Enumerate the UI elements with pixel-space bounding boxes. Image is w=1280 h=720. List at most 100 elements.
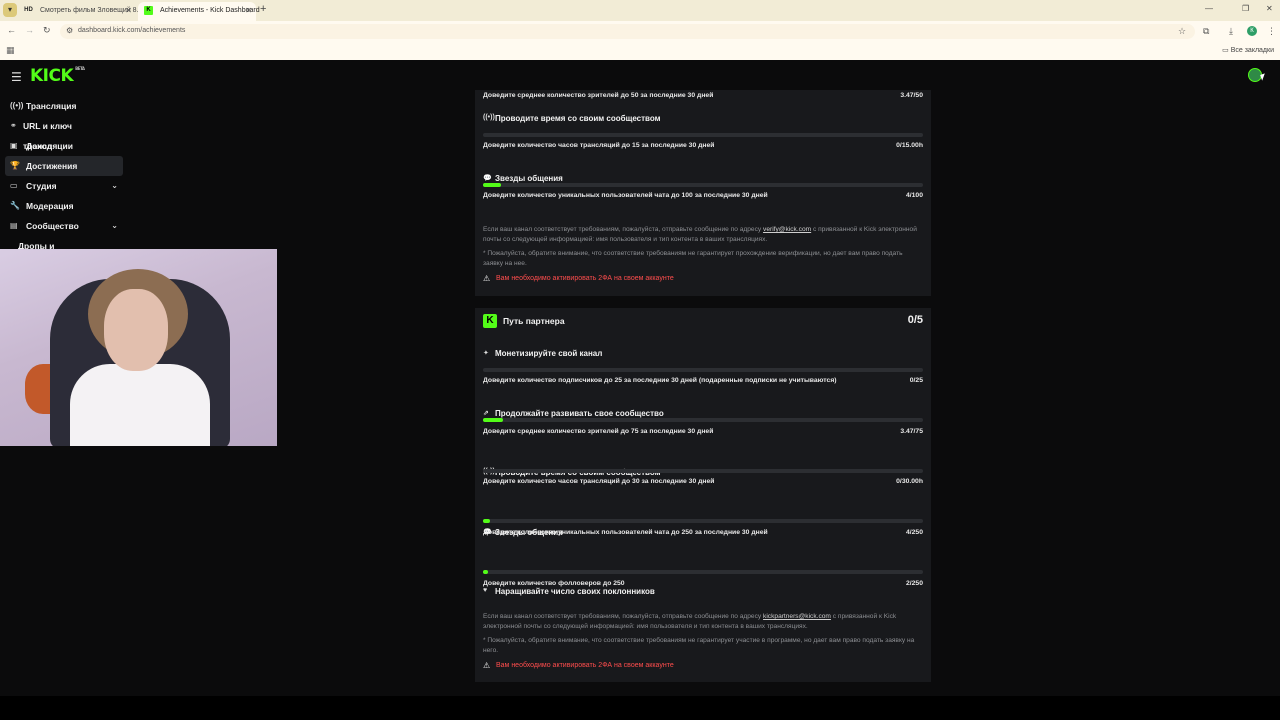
- goal-text: Доведите количество уникальных пользоват…: [483, 529, 768, 536]
- progress-bar: [483, 368, 923, 372]
- browser-tab-kick[interactable]: K Achievements - Kick Dashboard ✕: [138, 2, 260, 21]
- goal-value: 3.47/50: [900, 92, 923, 99]
- chat-bubble-icon: 💬: [483, 175, 492, 182]
- goal-row: Доведите количество фолловеров до 250 2/2…: [483, 580, 923, 587]
- sidebar-item-label: Студия: [26, 181, 57, 191]
- new-tab-icon[interactable]: +: [260, 3, 266, 15]
- reload-icon[interactable]: ↻: [43, 25, 51, 36]
- disclaimer-text: * Пожалуйста, обратите внимание, что соо…: [483, 250, 903, 267]
- chevron-down-icon[interactable]: ⌄: [111, 216, 118, 236]
- sidebar-item-achievements[interactable]: 🏆 Достижения: [5, 156, 123, 176]
- warning-text: Вам необходимо активировать 2ФА на своем…: [496, 662, 674, 669]
- kick-favicon-icon: K: [144, 6, 153, 15]
- progress-bar: [483, 133, 923, 137]
- broadcast-icon: ((•)): [483, 114, 495, 121]
- sparkle-icon: ✦: [483, 350, 489, 357]
- goal-text: Доведите количество часов трансляций до …: [483, 142, 715, 149]
- goal-row: Доведите количество уникальных пользоват…: [483, 529, 923, 536]
- progress-bar: [483, 519, 923, 523]
- progress-bar: [483, 469, 923, 473]
- chevron-down-icon[interactable]: ⌄: [111, 176, 118, 196]
- link-icon: ⚭: [10, 121, 17, 130]
- requirement-title: ✦ Монетизируйте свой канал: [483, 349, 939, 358]
- partner-header: K Путь партнера 0/5: [483, 314, 923, 328]
- webcam-person-face: [104, 289, 168, 371]
- heart-icon: ♥: [483, 587, 488, 594]
- browser-profile-avatar[interactable]: К: [1247, 26, 1257, 36]
- requirement-title: ⇗ Продолжайте развивать свое сообщество: [483, 409, 939, 418]
- goal-row: Доведите среднее количество зрителей до …: [483, 92, 923, 99]
- goal-value: 0/15.00h: [896, 142, 923, 149]
- back-icon[interactable]: ←: [7, 25, 16, 35]
- kick-k-logo-icon: K: [483, 314, 497, 328]
- studio-icon: ▭: [10, 181, 18, 190]
- window-close-icon[interactable]: ✕: [1266, 4, 1273, 13]
- requirement-title: ((•))Проводите время со своим сообщество…: [483, 114, 939, 123]
- goal-value: 3.47/75: [900, 428, 923, 435]
- minimize-icon[interactable]: —: [1205, 4, 1213, 13]
- requirement-title: 💬 Звезды общения: [483, 174, 939, 183]
- warning-triangle-icon: ⚠: [483, 661, 491, 670]
- kick-logo[interactable]: KICK BETA: [30, 66, 85, 86]
- money-icon: ▣: [10, 141, 18, 150]
- requirement-label: Проводите время со своим сообществом: [495, 114, 661, 123]
- requirement-label: Наращивайте число своих поклонников: [495, 587, 655, 596]
- partner-email-link[interactable]: kickpartners@kick.com: [763, 613, 831, 620]
- disclaimer-text: * Пожалуйста, обратите внимание, что соо…: [483, 637, 915, 654]
- logo-tag: BETA: [75, 66, 85, 71]
- sidebar-item-moderation[interactable]: 🔧 Модерация: [5, 196, 123, 216]
- browser-tab-bar: ▾ HD Смотреть фильм Зловещий 8... ✕ K Ac…: [0, 0, 1280, 21]
- apply-instructions: Если ваш канал соответствует требованиям…: [483, 612, 919, 632]
- requirement-label: Монетизируйте свой канал: [495, 349, 603, 358]
- requirement-label: Звезды общения: [495, 174, 563, 183]
- community-icon: ▤: [10, 221, 18, 230]
- downloads-icon[interactable]: ⤓: [1229, 26, 1233, 37]
- wrench-icon: 🔧: [10, 201, 20, 210]
- apps-grid-icon[interactable]: ▦: [6, 45, 15, 56]
- goal-row: Доведите среднее количество зрителей до …: [483, 428, 923, 435]
- twofa-warning: ⚠ Вам необходимо активировать 2ФА на свое…: [483, 274, 674, 283]
- goal-text: Доведите количество часов трансляций до …: [483, 478, 715, 485]
- requirement-title: ♥ Наращивайте число своих поклонников: [483, 587, 939, 596]
- site-info-icon[interactable]: ⚙: [66, 26, 73, 35]
- partner-title: Путь партнера: [503, 316, 565, 326]
- sidebar-item-stream[interactable]: ((•)) Трансляция: [5, 96, 123, 116]
- partner-path-card: K Путь партнера 0/5 ✦ Монетизируйте свой …: [475, 308, 931, 682]
- address-bar-row: ← → ↻ ⚙ dashboard.kick.com/achievements …: [0, 21, 1280, 42]
- goal-text: Доведите среднее количество зрителей до …: [483, 428, 714, 435]
- sidebar-item-label: Сообщество: [26, 221, 79, 231]
- mouse-cursor-icon: [1260, 73, 1267, 81]
- sidebar-item-studio[interactable]: ▭ Студия ⌄: [5, 176, 123, 196]
- twofa-warning: ⚠ Вам необходимо активировать 2ФА на свое…: [483, 661, 674, 670]
- close-tab-icon[interactable]: ✕: [245, 2, 252, 19]
- goal-value: 0/30.00h: [896, 478, 923, 485]
- goal-row: Доведите количество уникальных пользоват…: [483, 192, 923, 199]
- tab-search-icon[interactable]: ▾: [3, 3, 17, 17]
- close-tab-icon[interactable]: ✕: [125, 2, 132, 19]
- progress-bar: [483, 570, 923, 574]
- goal-text: Доведите количество фолловеров до 250: [483, 580, 625, 587]
- forward-icon[interactable]: →: [25, 25, 34, 35]
- all-bookmarks-link[interactable]: ▭ Все закладки: [1222, 46, 1274, 54]
- bookmark-star-icon[interactable]: ☆: [1178, 26, 1186, 37]
- progress-fill: [483, 570, 489, 574]
- hamburger-menu-icon[interactable]: ☰: [11, 70, 22, 84]
- sidebar-item-label: Достижения: [26, 161, 78, 171]
- webcam-person-body: [70, 364, 210, 446]
- sidebar-item-income[interactable]: ▣ Доход: [5, 136, 123, 156]
- url-input[interactable]: ⚙ dashboard.kick.com/achievements: [60, 24, 1195, 39]
- sidebar-item-community[interactable]: ▤ Сообщество ⌄: [5, 216, 123, 236]
- browser-tab-movie[interactable]: HD Смотреть фильм Зловещий 8... ✕: [18, 2, 142, 21]
- verify-email-link[interactable]: verify@kick.com: [763, 226, 811, 233]
- extensions-icon[interactable]: ⧉: [1203, 26, 1209, 37]
- goal-value: 2/250: [905, 580, 923, 587]
- sidebar-item-label: Доход: [26, 141, 53, 151]
- url-text: dashboard.kick.com/achievements: [78, 27, 186, 34]
- sidebar-item-stream-key[interactable]: ⚭ URL и ключ трансляции: [5, 116, 123, 151]
- taskbar-strip: [0, 696, 1280, 720]
- note-text: Если ваш канал соответствует требованиям…: [483, 226, 762, 233]
- progress-bar: [483, 418, 923, 422]
- maximize-icon[interactable]: ❐: [1242, 4, 1249, 13]
- browser-menu-icon[interactable]: ⋮: [1267, 26, 1276, 37]
- all-bookmarks-label: Все закладки: [1230, 47, 1274, 54]
